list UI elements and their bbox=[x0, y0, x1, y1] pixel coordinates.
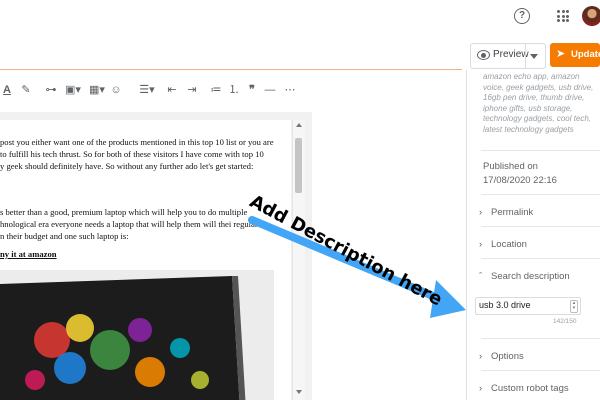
labels-list[interactable]: amazon echo app, amazon voice, geek gadg… bbox=[483, 72, 597, 135]
divider bbox=[481, 226, 600, 227]
editor-page[interactable]: post you either want one of the products… bbox=[0, 120, 291, 400]
post-editor[interactable]: post you either want one of the products… bbox=[0, 112, 312, 400]
section-options[interactable]: › Options bbox=[479, 351, 524, 362]
section-label: Location bbox=[491, 239, 527, 250]
quote-icon[interactable]: ❞ bbox=[246, 83, 258, 97]
paragraph-line: n their budget and one such laptop is: bbox=[0, 231, 129, 241]
divider bbox=[481, 370, 600, 371]
laptop-image bbox=[0, 270, 274, 400]
title-underline bbox=[0, 69, 462, 70]
character-count: 142/150 bbox=[553, 318, 577, 325]
resize-handle-icon[interactable]: ▴ ▾ bbox=[570, 300, 578, 313]
highlighter-icon[interactable]: ✎ bbox=[20, 83, 32, 97]
preview-button[interactable]: Preview bbox=[470, 43, 546, 69]
chevron-up-icon: ˆ bbox=[479, 271, 483, 282]
update-button[interactable]: ➤ Update bbox=[550, 43, 600, 67]
chevron-right-icon: › bbox=[479, 383, 483, 394]
divider bbox=[481, 258, 600, 259]
send-icon: ➤ bbox=[556, 48, 566, 60]
section-label: Custom robot tags bbox=[491, 383, 569, 394]
paragraph-line: to fulfill his tech thrust. So for both … bbox=[0, 149, 264, 159]
section-custom-robot-tags[interactable]: › Custom robot tags bbox=[479, 383, 569, 394]
video-icon[interactable]: ▦▾ bbox=[88, 83, 106, 97]
section-permalink[interactable]: › Permalink bbox=[479, 207, 533, 218]
laptop-illustration bbox=[0, 270, 274, 400]
indent-increase-icon[interactable]: ⇥ bbox=[186, 83, 198, 97]
chevron-right-icon: › bbox=[479, 351, 483, 362]
scroll-down-icon[interactable] bbox=[296, 390, 302, 394]
published-date[interactable]: 17/08/2020 22:16 bbox=[483, 175, 557, 186]
more-icon[interactable]: ⋯ bbox=[284, 83, 296, 97]
paragraph-line: s better than a good, premium laptop whi… bbox=[0, 207, 248, 217]
section-label: Search description bbox=[491, 271, 570, 282]
paragraph-line: y geek should definitely have. So withou… bbox=[0, 161, 254, 171]
formatting-toolbar: A ✎ ⊶ ▣▾ ▦▾ ☺ ☰▾ ⇤ ⇥ ≔ ⒈ ❞ — ⋯ bbox=[0, 78, 466, 102]
help-icon[interactable]: ? bbox=[514, 8, 530, 24]
app-top-bar: ? bbox=[0, 0, 600, 34]
section-search-description[interactable]: ˆ Search description bbox=[479, 271, 570, 282]
numbered-list-icon[interactable]: ⒈ bbox=[228, 83, 240, 97]
published-label: Published on bbox=[483, 161, 538, 172]
section-label: Permalink bbox=[491, 207, 534, 218]
emoji-icon[interactable]: ☺ bbox=[110, 83, 122, 97]
editor-scrollbar[interactable] bbox=[292, 120, 305, 400]
chevron-right-icon: › bbox=[479, 207, 483, 218]
bulleted-list-icon[interactable]: ≔ bbox=[210, 83, 222, 97]
scroll-up-icon[interactable] bbox=[296, 123, 302, 127]
link-icon[interactable]: ⊶ bbox=[44, 83, 58, 97]
search-description-value: usb 3.0 drive bbox=[479, 300, 531, 310]
divider bbox=[481, 150, 600, 151]
image-icon[interactable]: ▣▾ bbox=[64, 83, 82, 97]
divider bbox=[481, 338, 600, 339]
update-label: Update bbox=[571, 49, 600, 60]
paragraph-line: post you either want one of the products… bbox=[0, 137, 274, 147]
paragraph-line: hnological era everyone needs a laptop t… bbox=[0, 219, 258, 229]
section-location[interactable]: › Location bbox=[479, 239, 527, 250]
search-description-field[interactable]: usb 3.0 drive ▴ ▾ bbox=[475, 297, 581, 315]
divider bbox=[481, 194, 600, 195]
avatar[interactable] bbox=[582, 6, 600, 26]
scrollbar-thumb[interactable] bbox=[295, 138, 302, 193]
preview-divider bbox=[525, 44, 526, 68]
buy-link[interactable]: ny it at amazon bbox=[0, 249, 57, 259]
apps-grid-icon[interactable] bbox=[557, 10, 569, 22]
eye-icon bbox=[477, 50, 490, 60]
section-label: Options bbox=[491, 351, 524, 362]
chevron-down-icon[interactable] bbox=[530, 54, 538, 59]
align-icon[interactable]: ☰▾ bbox=[138, 83, 156, 97]
indent-decrease-icon[interactable]: ⇤ bbox=[166, 83, 178, 97]
divider-icon[interactable]: — bbox=[264, 83, 276, 97]
chevron-right-icon: › bbox=[479, 239, 483, 250]
preview-label: Preview bbox=[493, 49, 529, 60]
post-settings-panel: amazon echo app, amazon voice, geek gadg… bbox=[466, 70, 600, 400]
text-color-icon[interactable]: A bbox=[2, 83, 12, 97]
